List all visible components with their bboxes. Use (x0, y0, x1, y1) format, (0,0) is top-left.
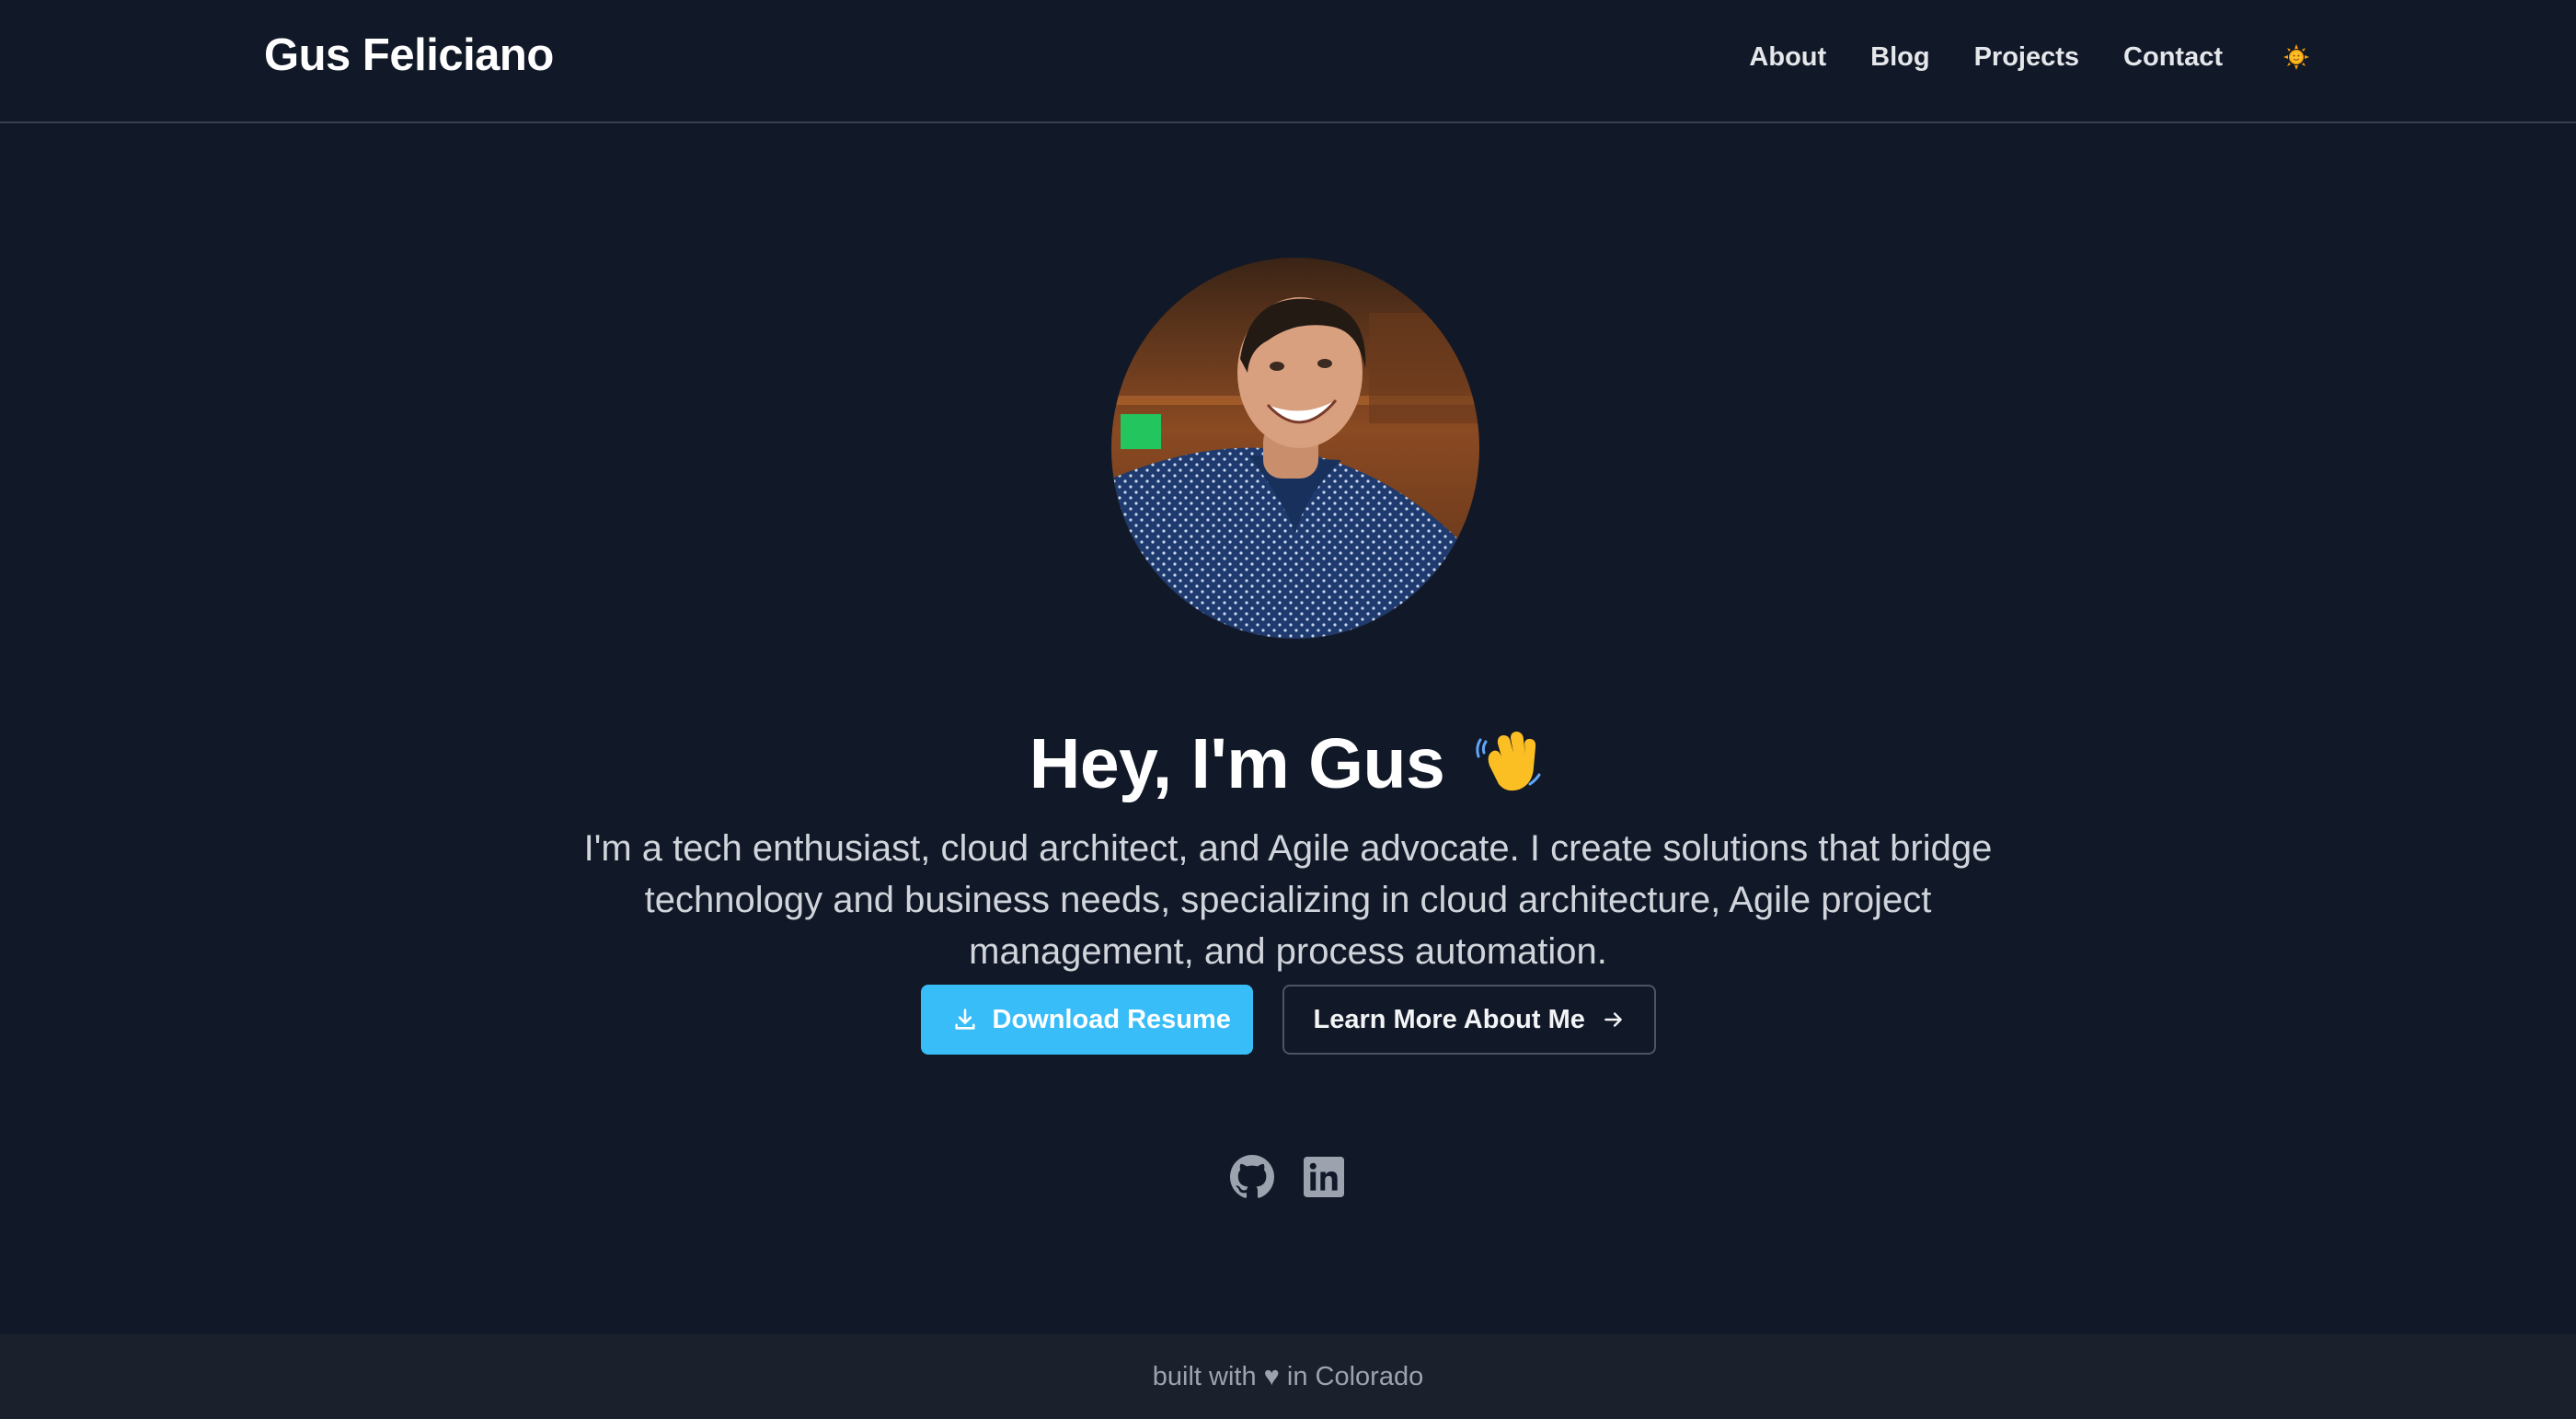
download-resume-button[interactable]: Download Resume (920, 985, 1253, 1055)
sun-icon (2283, 44, 2309, 70)
linkedin-icon (1304, 1157, 1344, 1197)
nav-link-contact[interactable]: Contact (2123, 42, 2223, 73)
learn-more-label: Learn More About Me (1313, 1004, 1585, 1034)
learn-more-button[interactable]: Learn More About Me (1282, 985, 1656, 1055)
site-footer: built with ♥ in Colorado (0, 1334, 2576, 1419)
hero-intro: I'm a tech enthusiast, cloud architect, … (583, 828, 1993, 972)
site-title[interactable]: Gus Feliciano (264, 29, 554, 81)
download-resume-label: Download Resume (992, 1004, 1231, 1034)
footer-text: built with ♥ in Colorado (1152, 1362, 1424, 1391)
main-nav: About Blog Projects Contact (1705, 0, 2313, 114)
github-link[interactable] (1229, 1154, 1275, 1200)
hero-section: Hey, I'm Gus I'm a tech enthusiast, clou… (0, 123, 2576, 1334)
nav-link-projects[interactable]: Projects (1974, 42, 2079, 73)
github-icon (1230, 1155, 1274, 1198)
linkedin-link[interactable] (1301, 1154, 1347, 1200)
social-links (0, 1154, 2576, 1200)
nav-link-blog[interactable]: Blog (1870, 42, 1929, 73)
download-icon (952, 1007, 978, 1033)
theme-toggle-button[interactable] (2280, 40, 2313, 74)
hero-headline: Hey, I'm Gus (0, 723, 2576, 805)
nav-link-about[interactable]: About (1749, 42, 1826, 73)
hero-actions: Download Resume Learn More About Me (0, 985, 2576, 1055)
profile-photo (1111, 258, 1479, 639)
arrow-right-icon (1602, 1008, 1626, 1032)
waving-hand-icon (1473, 723, 1547, 797)
headline-text: Hey, I'm Gus (1029, 723, 1445, 803)
site-header: Gus Feliciano About Blog Projects Contac… (0, 0, 2576, 123)
